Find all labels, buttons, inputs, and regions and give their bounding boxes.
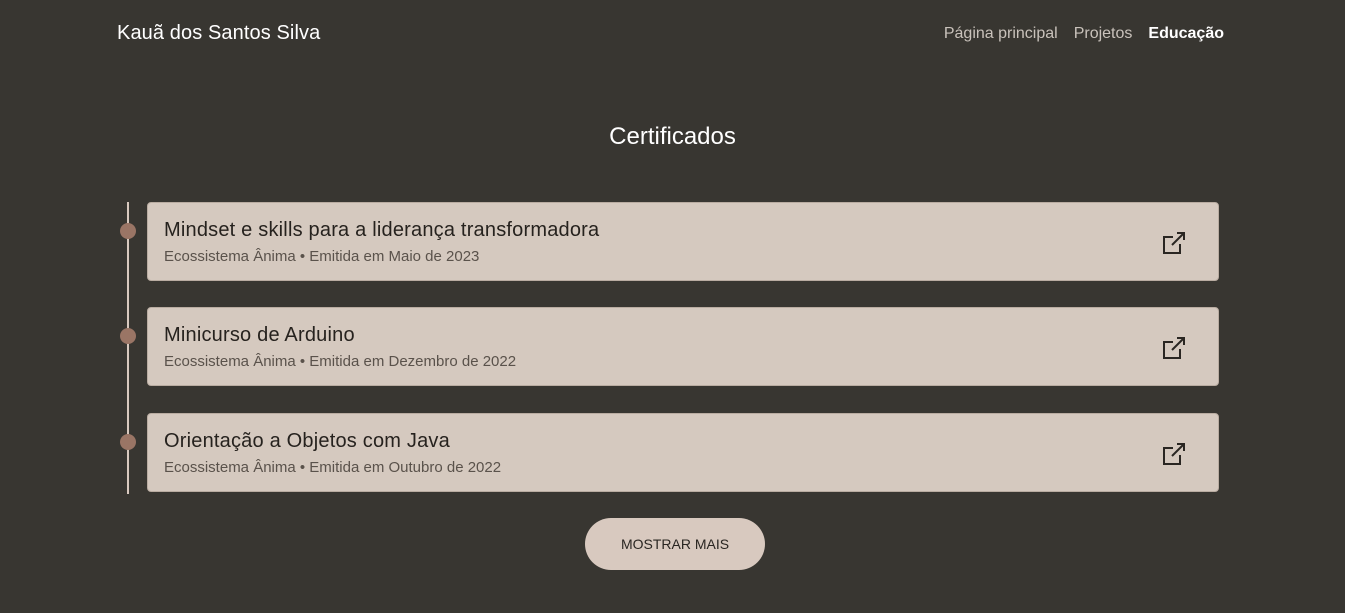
certificate-subtitle: Ecossistema Ânima • Emitida em Outubro d… (164, 459, 502, 476)
timeline-line (127, 202, 129, 494)
external-link-icon[interactable] (1160, 440, 1188, 468)
nav-item-education[interactable]: Educação (1148, 25, 1224, 43)
show-more-button[interactable]: MOSTRAR MAIS (585, 518, 765, 570)
site-brand[interactable]: Kauã dos Santos Silva (117, 22, 320, 45)
certificate-subtitle: Ecossistema Ânima • Emitida em Dezembro … (164, 353, 517, 370)
certificate-card: Minicurso de Arduino Ecossistema Ânima •… (147, 307, 1219, 386)
certificate-title: Mindset e skills para a liderança transf… (164, 219, 600, 241)
external-link-icon[interactable] (1160, 229, 1188, 257)
certificate-title: Minicurso de Arduino (164, 324, 355, 346)
certificate-card: Orientação a Objetos com Java Ecossistem… (147, 413, 1219, 492)
timeline-dot (120, 328, 136, 344)
nav-item-home[interactable]: Página principal (944, 25, 1058, 43)
section-title: Certificados (609, 123, 736, 150)
certificate-title: Orientação a Objetos com Java (164, 430, 450, 452)
certificate-card: Mindset e skills para a liderança transf… (147, 202, 1219, 281)
certificate-subtitle: Ecossistema Ânima • Emitida em Maio de 2… (164, 248, 480, 265)
timeline-dot (120, 223, 136, 239)
timeline-dot (120, 434, 136, 450)
nav-item-projects[interactable]: Projetos (1074, 25, 1133, 43)
main-nav: Página principal Projetos Educação (944, 25, 1224, 43)
external-link-icon[interactable] (1160, 334, 1188, 362)
